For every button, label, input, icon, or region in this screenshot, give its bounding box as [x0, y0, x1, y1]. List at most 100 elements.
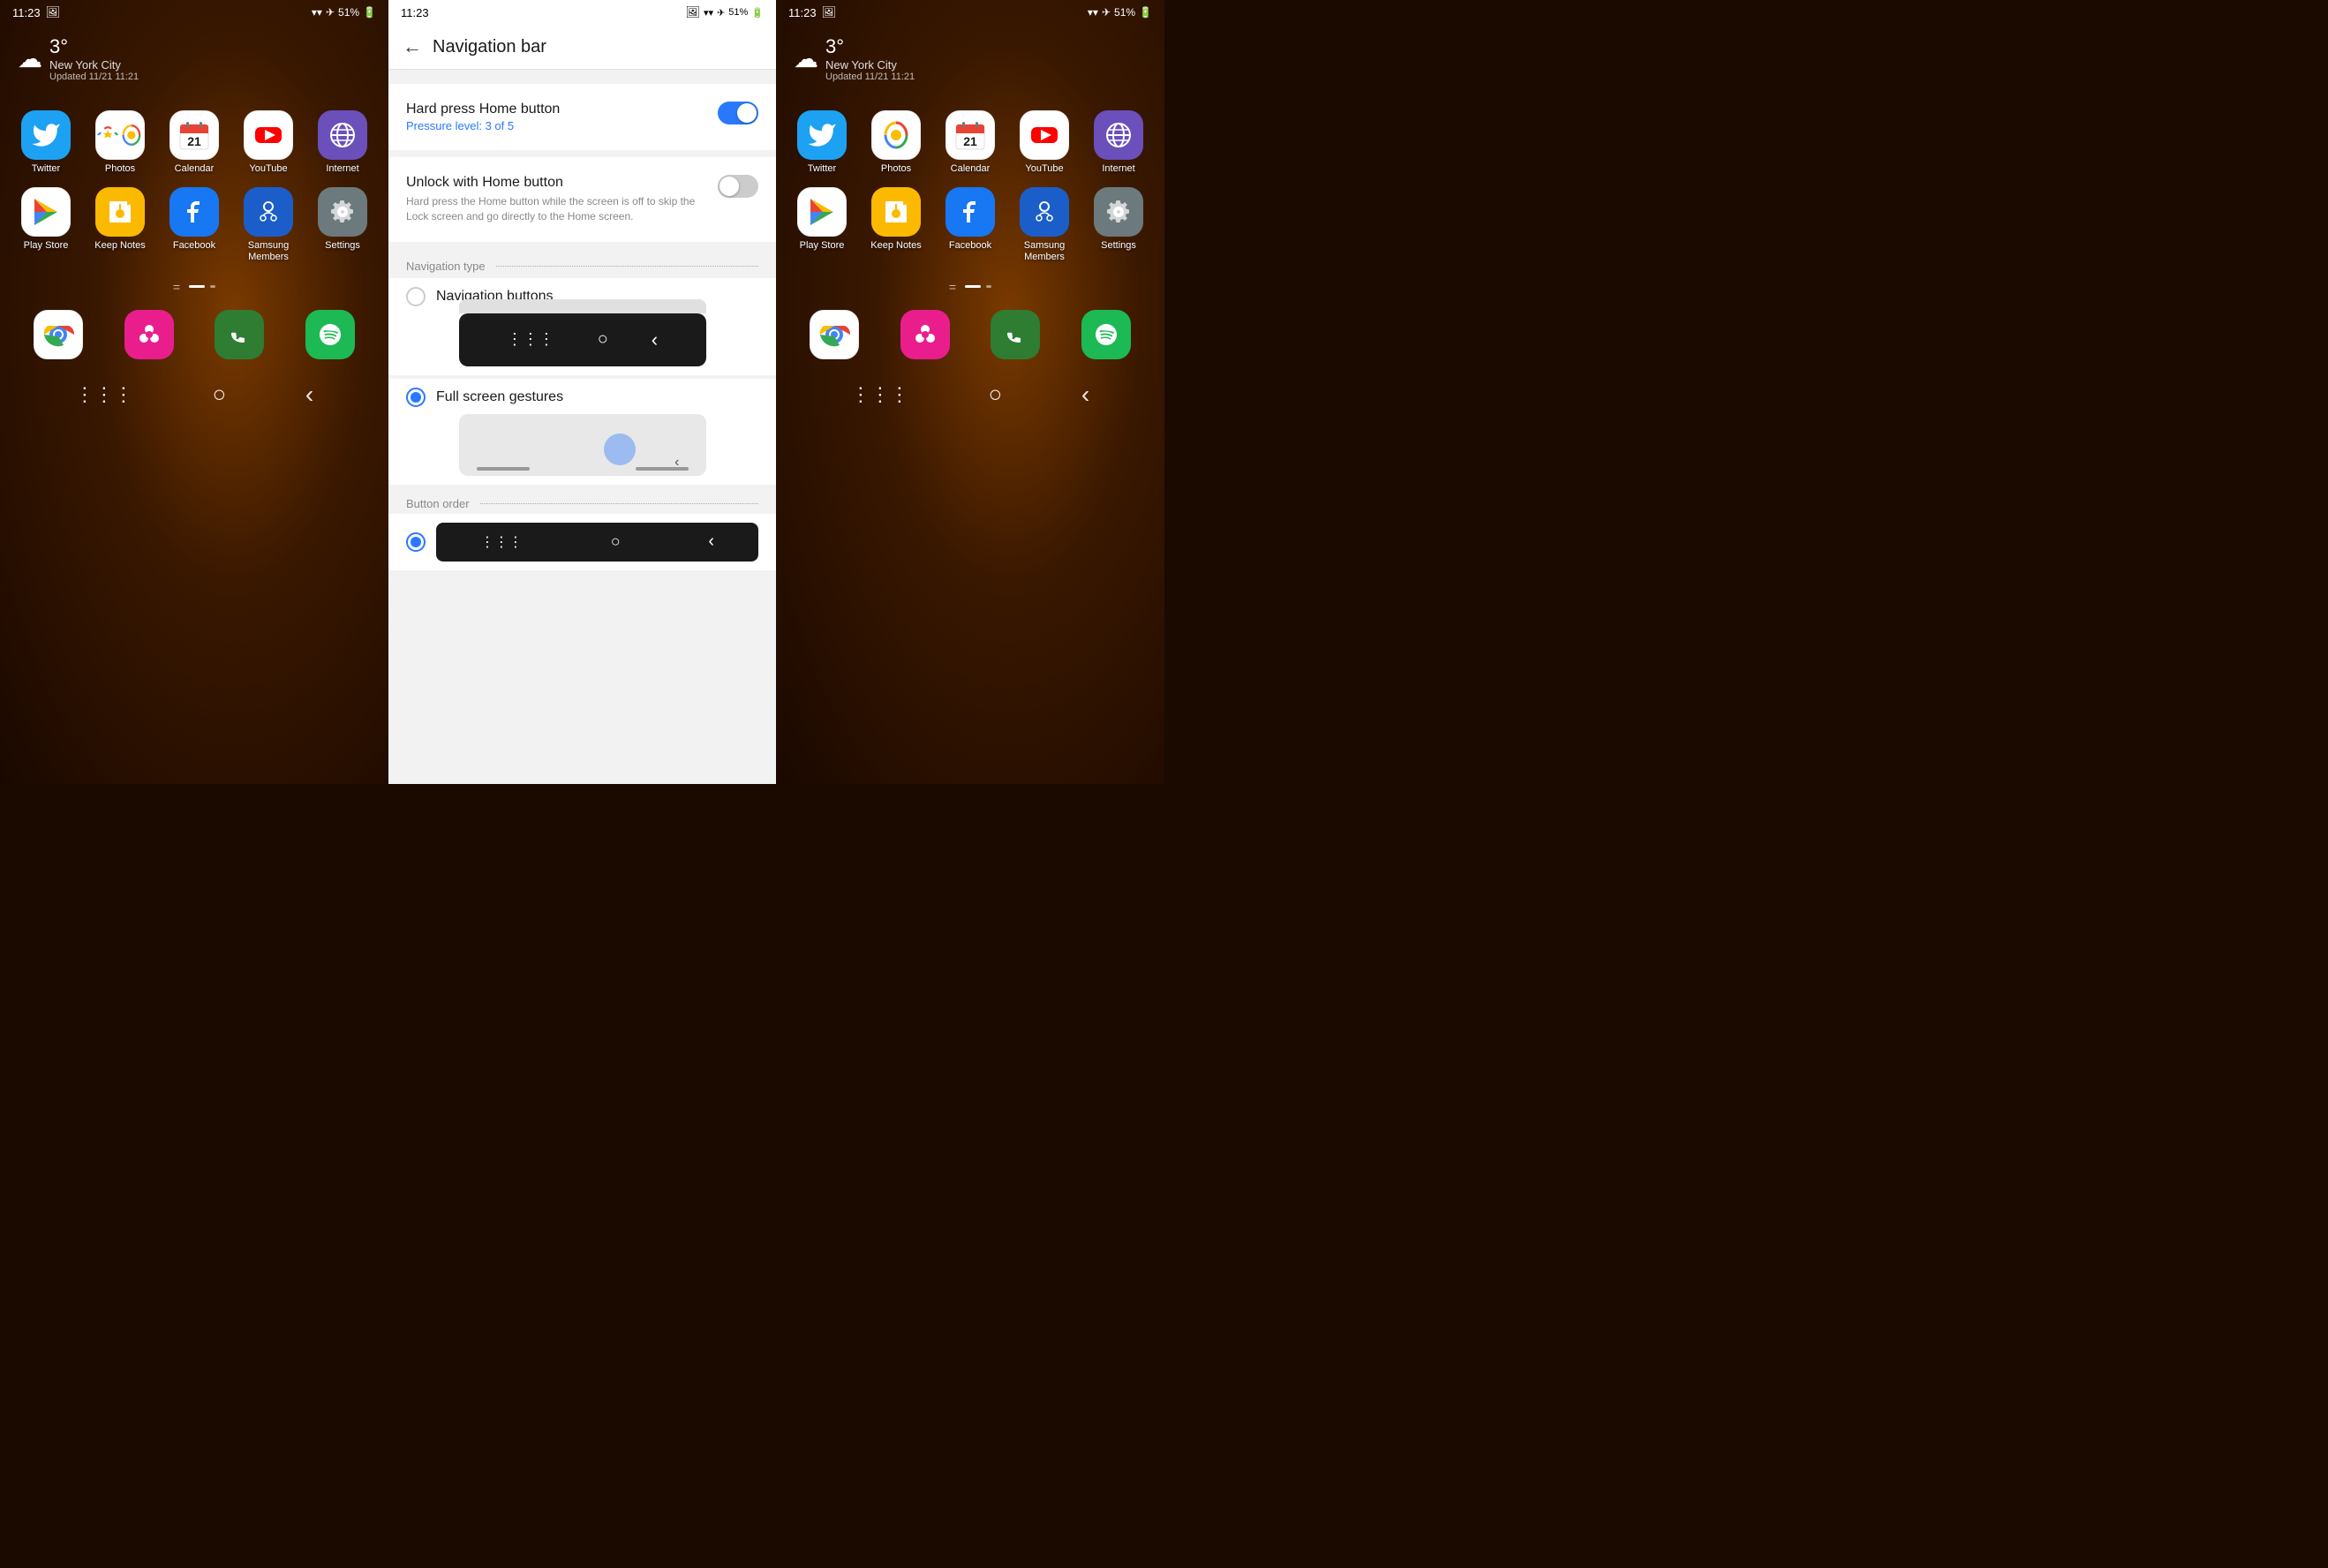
wifi-icon-right: ▾▾	[1088, 6, 1098, 19]
button-order-radio[interactable]	[406, 532, 426, 552]
nav-recent-left[interactable]: ⋮⋮⋮	[75, 383, 133, 406]
dock-petal-right[interactable]	[885, 310, 967, 359]
app-twitter-left[interactable]: Twitter	[14, 110, 78, 175]
settings-page-title: Navigation bar	[433, 37, 546, 57]
right-app-grid-row1: Twitter Photos 21	[776, 93, 1164, 184]
app-facebook-right[interactable]: Facebook	[938, 187, 1002, 263]
calendar-label-left: Calendar	[175, 163, 215, 175]
unlock-toggle[interactable]	[718, 175, 758, 198]
full-screen-row: Full screen gestures	[406, 388, 758, 407]
screenshot-icon-settings: 🖼	[685, 5, 700, 19]
unlock-card: Unlock with Home button Hard press the H…	[388, 157, 776, 242]
airplane-icon-right: ✈	[1102, 6, 1111, 19]
playstore-icon-left	[21, 187, 71, 237]
hard-press-toggle[interactable]	[718, 102, 758, 124]
svg-text:21: 21	[187, 134, 201, 148]
app-facebook-left[interactable]: Facebook	[162, 187, 226, 263]
nav-back-left[interactable]: ‹	[305, 381, 313, 409]
chrome-icon-left	[34, 310, 83, 359]
settings-label-left: Settings	[325, 240, 360, 252]
playstore-label-left: Play Store	[24, 240, 69, 252]
page-dot-1	[210, 285, 215, 288]
btn-order-recent: ⋮⋮⋮	[480, 533, 523, 551]
page-dot-1-right	[986, 285, 991, 288]
app-keepnotes-left[interactable]: Keep Notes	[88, 187, 152, 263]
button-order-label: Button order	[406, 497, 470, 510]
nav-home-left[interactable]: ○	[212, 381, 226, 408]
battery-icon-right: 🔋	[1139, 6, 1152, 19]
weather-temp-right: 3°	[825, 35, 844, 58]
nav-recent-right[interactable]: ⋮⋮⋮	[851, 383, 909, 406]
status-time-right: 11:23 🖼	[788, 5, 836, 19]
app-samsung-members-left[interactable]: Samsung Members	[237, 187, 300, 263]
screenshot-icon-right: 🖼	[822, 5, 837, 19]
weather-info-left: 3° New York City Updated 11/21 11:21	[49, 35, 139, 82]
app-photos-right[interactable]: Photos	[864, 110, 928, 175]
facebook-label-right: Facebook	[949, 240, 991, 252]
app-settings-right[interactable]: Settings	[1087, 187, 1150, 263]
nav-buttons-radio[interactable]	[406, 287, 426, 306]
battery-icon-left: 🔋	[363, 6, 376, 19]
full-screen-label: Full screen gestures	[436, 389, 563, 405]
petal-icon-left	[124, 310, 174, 359]
dock-phone-right[interactable]	[975, 310, 1057, 359]
app-calendar-right[interactable]: 21 Calendar	[938, 110, 1002, 175]
settings-header: ← Navigation bar	[388, 25, 776, 70]
photos-label-right: Photos	[881, 163, 911, 175]
dock-petal-left[interactable]	[109, 310, 191, 359]
app-samsung-members-right[interactable]: Samsung Members	[1013, 187, 1076, 263]
unlock-text: Unlock with Home button Hard press the H…	[406, 175, 709, 224]
app-playstore-right[interactable]: Play Store	[790, 187, 854, 263]
settings-body: Hard press Home button Pressure level: 3…	[388, 70, 776, 784]
gesture-preview: ‹	[459, 414, 706, 476]
dock-chrome-right[interactable]	[794, 310, 876, 359]
dock-chrome-left[interactable]	[18, 310, 100, 359]
status-icons-left: ▾▾ ✈ 51% 🔋	[312, 6, 376, 19]
app-twitter-right[interactable]: Twitter	[790, 110, 854, 175]
app-settings-left[interactable]: Settings	[311, 187, 374, 263]
page-dot-active	[189, 285, 205, 288]
app-playstore-left[interactable]: Play Store	[14, 187, 78, 263]
full-screen-option[interactable]: Full screen gestures ‹	[388, 379, 776, 485]
time-display-left: 11:23	[12, 6, 41, 19]
full-screen-radio[interactable]	[406, 388, 426, 407]
phone-icon-left	[215, 310, 264, 359]
nav-preview-home: ○	[598, 329, 608, 350]
settings-bottom-padding	[388, 570, 776, 606]
nav-buttons-option[interactable]: Navigation buttons ⋮⋮⋮ ○ ‹	[388, 278, 776, 375]
app-keepnotes-right[interactable]: Keep Notes	[864, 187, 928, 263]
nav-type-section-label: Navigation type	[388, 249, 776, 276]
left-dock	[0, 301, 388, 368]
app-internet-right[interactable]: Internet	[1087, 110, 1150, 175]
twitter-icon-left	[21, 110, 71, 160]
dock-phone-left[interactable]	[199, 310, 281, 359]
app-photos-left[interactable]: Photos	[88, 110, 152, 175]
pressure-level-link[interactable]: Pressure level: 3 of 5	[406, 119, 709, 132]
weather-updated-right: Updated 11/21 11:21	[825, 72, 915, 82]
app-calendar-left[interactable]: 21 Calendar	[162, 110, 226, 175]
youtube-label-right: YouTube	[1025, 163, 1063, 175]
photos-icon-right	[871, 110, 921, 160]
right-app-grid-row2: Play Store Keep Notes Facebook	[776, 184, 1164, 272]
phone-icon-right	[991, 310, 1040, 359]
settings-back-button[interactable]: ←	[403, 35, 422, 58]
dock-spotify-left[interactable]	[290, 310, 372, 359]
unlock-description: Hard press the Home button while the scr…	[406, 194, 709, 224]
youtube-icon-left	[244, 110, 293, 160]
nav-home-right[interactable]: ○	[988, 381, 1002, 408]
app-youtube-right[interactable]: YouTube	[1013, 110, 1076, 175]
spotify-icon-right	[1081, 310, 1131, 359]
section-dots-2	[480, 503, 758, 504]
youtube-icon-right	[1020, 110, 1069, 160]
battery-left: 51%	[338, 6, 359, 19]
app-internet-left[interactable]: Internet	[311, 110, 374, 175]
nav-back-right[interactable]: ‹	[1081, 381, 1089, 409]
cloud-icon-right: ☁	[794, 44, 818, 73]
left-phone-panel: 11:23 🖼 ▾▾ ✈ 51% 🔋 ☁ 3° New York City Up…	[0, 0, 388, 784]
app-youtube-left[interactable]: YouTube	[237, 110, 300, 175]
internet-icon-left	[318, 110, 367, 160]
nav-buttons-preview: ⋮⋮⋮ ○ ‹	[459, 313, 706, 366]
nav-preview-recent: ⋮⋮⋮	[507, 330, 554, 349]
battery-right: 51%	[1114, 6, 1135, 19]
dock-spotify-right[interactable]	[1066, 310, 1148, 359]
